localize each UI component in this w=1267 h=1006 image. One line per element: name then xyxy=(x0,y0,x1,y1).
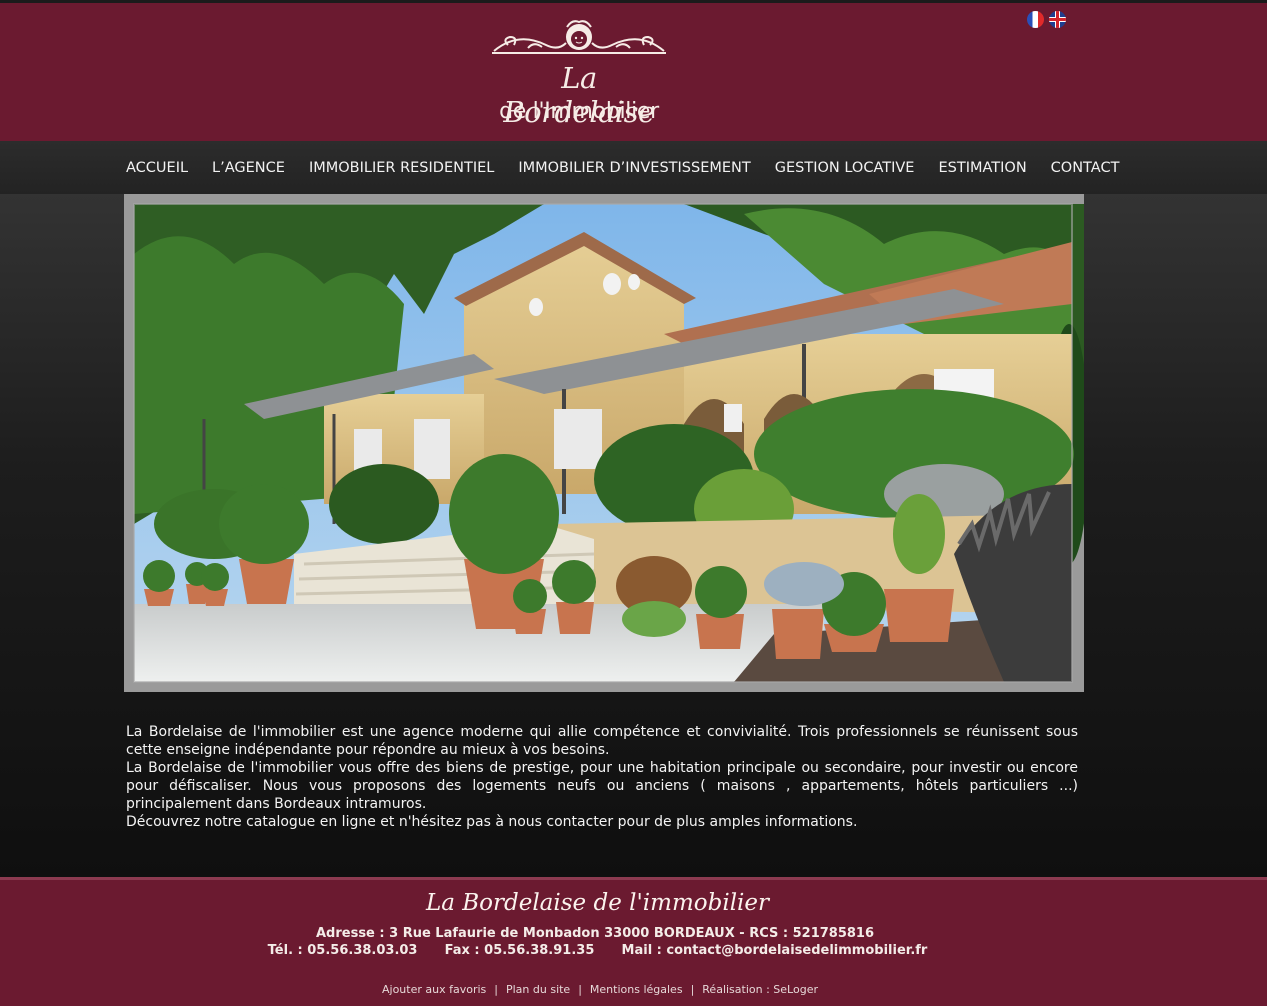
footer-title: La Bordelaise de l'immobilier xyxy=(425,890,770,916)
logo-subtitle: de l'Immobilier xyxy=(499,99,659,124)
site-header: La Bordelaise de l'Immobilier xyxy=(0,3,1267,141)
footer-contact-line: Tél. : 05.56.38.03.03 Fax : 05.56.38.91.… xyxy=(0,943,1195,958)
footer-address: Adresse : 3 Rue Lafaurie de Monbadon 330… xyxy=(315,926,875,941)
credits-link[interactable]: Réalisation : SeLoger xyxy=(702,983,818,996)
intro-text: La Bordelaise de l'immobilier est une ag… xyxy=(126,723,1078,831)
nav-item-contact[interactable]: CONTACT xyxy=(1051,160,1120,176)
french-flag-icon[interactable] xyxy=(1027,11,1044,28)
link-separator: | xyxy=(494,983,498,996)
intro-paragraph-1: La Bordelaise de l'immobilier est une ag… xyxy=(126,724,1078,758)
add-to-favorites-link[interactable]: Ajouter aux favoris xyxy=(382,983,486,996)
footer-phone: Tél. : 05.56.38.03.03 xyxy=(267,943,418,958)
nav-item-accueil[interactable]: ACCUEIL xyxy=(126,160,188,176)
logo-ornament-icon xyxy=(492,20,666,54)
nav-item-gestion-locative[interactable]: GESTION LOCATIVE xyxy=(775,160,915,176)
nav-item-agence[interactable]: L’AGENCE xyxy=(212,160,285,176)
main-navigation: ACCUEIL L’AGENCE IMMOBILIER RESIDENTIEL … xyxy=(0,141,1267,194)
sitemap-link[interactable]: Plan du site xyxy=(506,983,570,996)
nav-item-immobilier-investissement[interactable]: IMMOBILIER D’INVESTISSEMENT xyxy=(518,160,750,176)
intro-paragraph-3: Découvrez notre catalogue en ligne et n'… xyxy=(126,814,858,830)
site-logo[interactable]: La Bordelaise de l'Immobilier xyxy=(488,15,670,130)
english-flag-icon[interactable] xyxy=(1049,11,1066,28)
site-footer: La Bordelaise de l'immobilier Adresse : … xyxy=(0,877,1267,1006)
intro-paragraph-2: La Bordelaise de l'immobilier vous offre… xyxy=(126,760,1078,812)
footer-fax: Fax : 05.56.38.91.35 xyxy=(444,943,595,958)
nav-item-estimation[interactable]: ESTIMATION xyxy=(938,160,1026,176)
legal-notice-link[interactable]: Mentions légales xyxy=(590,983,683,996)
footer-links: Ajouter aux favoris | Plan du site | Mention… xyxy=(0,983,1200,996)
link-separator: | xyxy=(578,983,582,996)
link-separator: | xyxy=(690,983,695,996)
footer-email[interactable]: Mail : contact@bordelaisedelimmobilier.f… xyxy=(622,943,928,958)
hero-photo xyxy=(124,194,1084,692)
nav-item-immobilier-residentiel[interactable]: IMMOBILIER RESIDENTIEL xyxy=(309,160,494,176)
